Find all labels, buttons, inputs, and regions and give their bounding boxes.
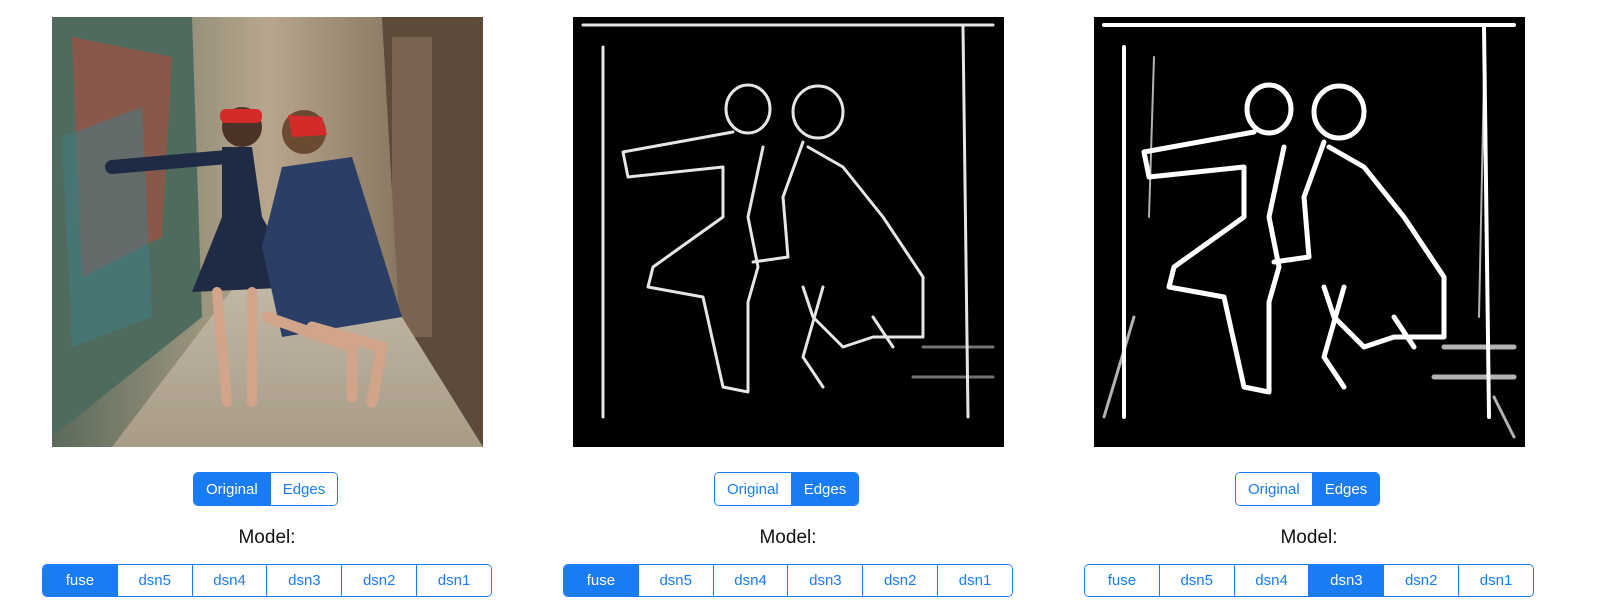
model-dsn2-button[interactable]: dsn2	[1383, 565, 1459, 596]
panel-edges-dsn3: Original Edges Model: fuse dsn5 dsn4 dsn…	[1084, 0, 1534, 612]
model-fuse-button[interactable]: fuse	[564, 565, 638, 596]
model-dsn5-button[interactable]: dsn5	[1158, 565, 1234, 596]
view-toggle: Original Edges	[193, 472, 339, 506]
model-label: Model:	[238, 527, 296, 548]
model-fuse-button[interactable]: fuse	[43, 565, 117, 596]
model-dsn2-button[interactable]: dsn2	[341, 565, 417, 596]
edge-illustration	[1094, 17, 1525, 447]
model-dsn2-button[interactable]: dsn2	[862, 565, 938, 596]
panel-edges-fuse: Original Edges Model: fuse dsn5 dsn4 dsn…	[563, 0, 1013, 612]
edge-map-image	[573, 17, 1004, 447]
edges-button[interactable]: Edges	[269, 473, 338, 505]
model-selector: fuse dsn5 dsn4 dsn3 dsn2 dsn1	[42, 564, 492, 597]
view-toggle: Original Edges	[1235, 472, 1381, 506]
model-dsn1-button[interactable]: dsn1	[937, 565, 1012, 596]
model-dsn4-button[interactable]: dsn4	[712, 565, 788, 596]
model-dsn3-button[interactable]: dsn3	[787, 565, 863, 596]
model-dsn3-button[interactable]: dsn3	[1308, 565, 1384, 596]
model-dsn5-button[interactable]: dsn5	[116, 565, 192, 596]
view-toggle: Original Edges	[714, 472, 860, 506]
model-label: Model:	[1280, 527, 1338, 548]
edges-button[interactable]: Edges	[1311, 473, 1380, 505]
model-dsn5-button[interactable]: dsn5	[637, 565, 713, 596]
photo-illustration	[52, 17, 483, 447]
model-selector: fuse dsn5 dsn4 dsn3 dsn2 dsn1	[563, 564, 1013, 597]
edge-map-image	[1094, 17, 1525, 447]
model-dsn1-button[interactable]: dsn1	[1458, 565, 1533, 596]
model-dsn4-button[interactable]: dsn4	[191, 565, 267, 596]
original-photo	[52, 17, 483, 447]
original-button[interactable]: Original	[715, 473, 791, 505]
edges-button[interactable]: Edges	[790, 473, 859, 505]
panel-original: Original Edges Model: fuse dsn5 dsn4 dsn…	[42, 0, 492, 612]
model-label: Model:	[759, 527, 817, 548]
model-selector: fuse dsn5 dsn4 dsn3 dsn2 dsn1	[1084, 564, 1534, 597]
model-dsn1-button[interactable]: dsn1	[416, 565, 491, 596]
edge-illustration	[573, 17, 1004, 447]
model-dsn4-button[interactable]: dsn4	[1233, 565, 1309, 596]
model-fuse-button[interactable]: fuse	[1085, 565, 1159, 596]
original-button[interactable]: Original	[194, 473, 270, 505]
model-dsn3-button[interactable]: dsn3	[266, 565, 342, 596]
original-button[interactable]: Original	[1236, 473, 1312, 505]
